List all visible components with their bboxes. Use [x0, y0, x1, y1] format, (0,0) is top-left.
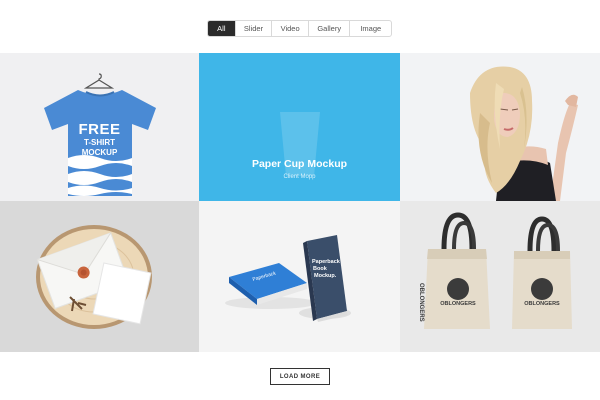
tab-video[interactable]: Video [272, 21, 309, 36]
portfolio-grid: FREE T-SHIRT MOCKUP Paper Cup Mockup Cli… [0, 53, 600, 352]
item-title: Paper Cup Mockup [251, 158, 348, 170]
portfolio-item-books[interactable]: Paperback Paperback Book Mockup. [199, 201, 400, 352]
item-subtitle: Client Mopp [283, 174, 316, 180]
svg-text:Paperback: Paperback [312, 259, 341, 265]
portrait-image [400, 53, 600, 201]
tab-image[interactable]: Image [350, 21, 391, 36]
portfolio-item-portrait[interactable] [400, 53, 600, 201]
tab-gallery[interactable]: Gallery [309, 21, 351, 36]
books-image: Paperback Paperback Book Mockup. [199, 201, 400, 352]
tab-all[interactable]: All [208, 21, 236, 36]
svg-text:Mockup.: Mockup. [314, 273, 337, 279]
envelope-image [0, 201, 199, 352]
svg-text:Book: Book [313, 266, 328, 272]
filter-bar: All Slider Video Gallery Image [207, 20, 392, 37]
svg-text:OBLONGERS: OBLONGERS [418, 283, 424, 322]
load-more-button[interactable]: LOAD MORE [270, 368, 330, 385]
svg-text:OBLONGERS: OBLONGERS [524, 301, 560, 307]
tshirt-print-free: FREE [78, 121, 121, 138]
portfolio-item-envelope[interactable] [0, 201, 199, 352]
tshirt-print-tshirt: T-SHIRT [83, 138, 116, 147]
svg-text:OBLONGERS: OBLONGERS [440, 301, 476, 307]
bags-image: OBLONGERS OBLONGERS OBLONGERS [400, 201, 600, 352]
tshirt-print-mockup: MOCKUP [81, 148, 118, 157]
portfolio-item-bags[interactable]: OBLONGERS OBLONGERS OBLONGERS [400, 201, 600, 352]
tab-slider[interactable]: Slider [236, 21, 273, 36]
portfolio-item-paper-cup[interactable]: Paper Cup Mockup Client Mopp [199, 53, 400, 201]
portfolio-item-tshirt[interactable]: FREE T-SHIRT MOCKUP [0, 53, 199, 201]
